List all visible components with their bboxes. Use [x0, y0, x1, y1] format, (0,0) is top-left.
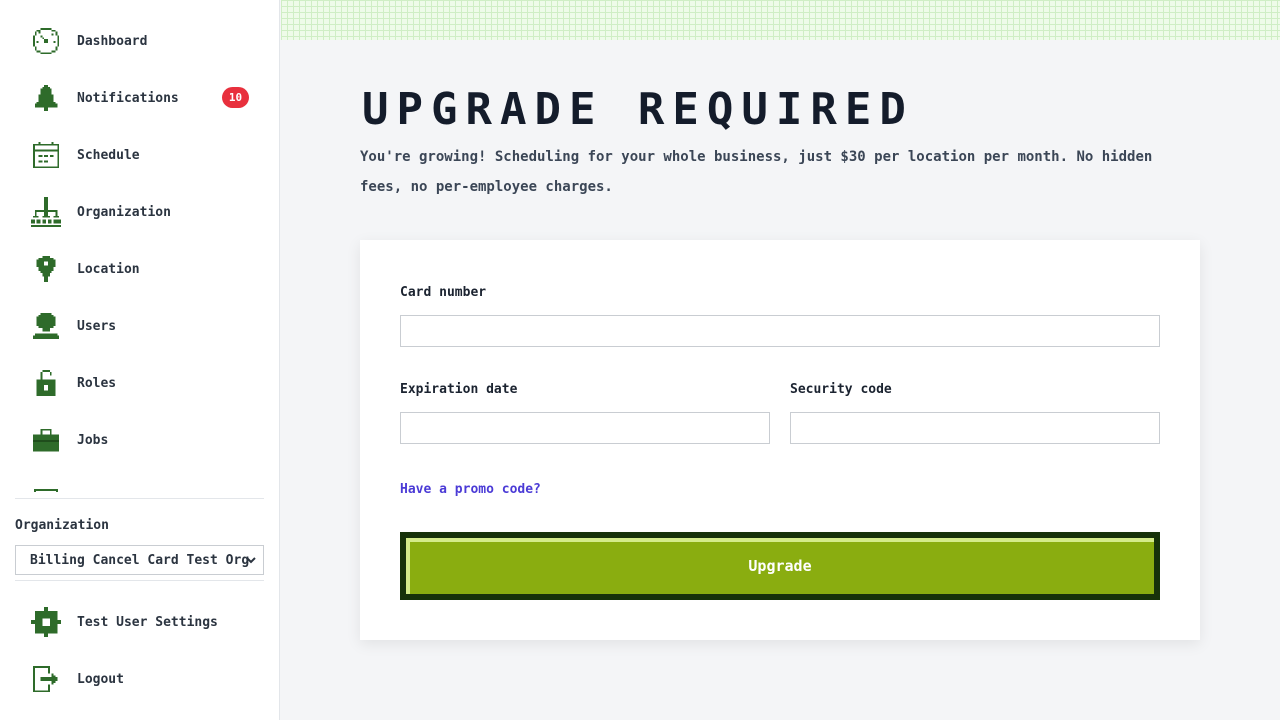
notification-count-badge: 10	[222, 87, 249, 108]
briefcase-icon	[30, 424, 62, 456]
logout-label: Logout	[77, 671, 124, 687]
sidebar-nav[interactable]: Dashboard Notifications 10 Schedule Orga…	[0, 0, 280, 492]
card-number-label: Card number	[400, 285, 487, 300]
settings-link[interactable]: Test User Settings	[30, 602, 260, 642]
upgrade-button-label: Upgrade	[748, 557, 812, 575]
sidebar-item-label: Organization	[77, 204, 171, 220]
sidebar-item-schedule[interactable]: Schedule	[30, 135, 260, 175]
sidebar-item-label: Schedule	[77, 147, 140, 163]
security-code-input[interactable]	[790, 412, 1160, 444]
bell-icon	[30, 82, 62, 114]
organization-label: Organization	[15, 518, 109, 533]
organization-select[interactable]: Billing Cancel Card Test Org	[15, 545, 264, 575]
sidebar: Dashboard Notifications 10 Schedule Orga…	[0, 0, 280, 720]
sidebar-item-location[interactable]: Location	[30, 249, 260, 289]
location-pin-icon	[30, 253, 62, 285]
organization-select-value: Billing Cancel Card Test Org	[30, 552, 250, 568]
sidebar-item-label: Roles	[77, 375, 117, 391]
unlock-icon	[30, 367, 62, 399]
sidebar-item-label: Users	[77, 318, 117, 334]
upgrade-button[interactable]: Upgrade	[400, 532, 1160, 600]
security-code-label: Security code	[790, 382, 892, 397]
dashboard-icon	[30, 25, 62, 57]
sidebar-item-dashboard[interactable]: Dashboard	[30, 21, 260, 61]
sidebar-item-users[interactable]: Users	[30, 306, 260, 346]
logout-icon	[30, 663, 62, 695]
user-icon	[30, 310, 62, 342]
sidebar-item-notifications[interactable]: Notifications 10	[30, 78, 260, 118]
payment-card: Card number Expiration date Security cod…	[360, 240, 1200, 640]
calendar-icon	[30, 139, 62, 171]
card-number-input[interactable]	[400, 315, 1160, 347]
sidebar-item-roles[interactable]: Roles	[30, 363, 260, 403]
sidebar-item-label: Notifications	[77, 90, 179, 106]
header-pattern	[281, 0, 1280, 40]
sidebar-divider	[15, 498, 264, 499]
page-description: You're growing! Scheduling for your whol…	[360, 149, 1153, 195]
sidebar-item-label: Location	[77, 261, 140, 277]
settings-label: Test User Settings	[77, 614, 218, 630]
sidebar-divider	[15, 580, 264, 581]
expiration-date-label: Expiration date	[400, 382, 518, 397]
chevron-down-icon	[246, 557, 256, 564]
gear-icon	[30, 606, 62, 638]
sidebar-item-jobs[interactable]: Jobs	[30, 420, 260, 460]
promo-code-link[interactable]: Have a promo code?	[400, 482, 541, 497]
logout-link[interactable]: Logout	[30, 659, 260, 699]
sidebar-item-label: Dashboard	[77, 33, 148, 49]
partial-icon	[34, 489, 58, 492]
sidebar-item-organization[interactable]: Organization	[30, 192, 260, 232]
sidebar-item-label: Jobs	[77, 432, 109, 448]
org-chart-icon	[30, 196, 62, 228]
page-title: Upgrade Required	[362, 84, 914, 135]
expiration-date-input[interactable]	[400, 412, 770, 444]
